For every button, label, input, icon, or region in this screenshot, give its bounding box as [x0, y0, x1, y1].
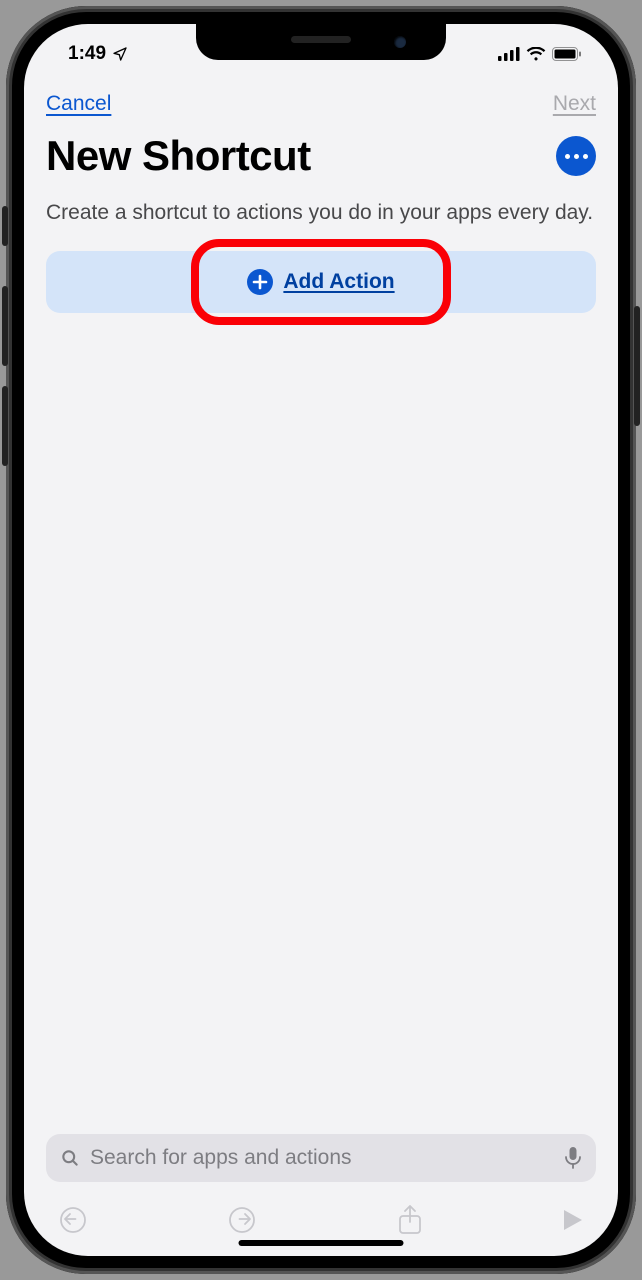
status-time: 1:49	[68, 43, 106, 65]
volume-down-button	[2, 386, 8, 466]
add-action-label: Add Action	[283, 270, 394, 294]
empty-canvas	[24, 313, 618, 1124]
device-frame: 1:49	[6, 6, 636, 1274]
front-camera	[394, 36, 406, 48]
mute-switch	[2, 206, 8, 246]
cancel-button[interactable]: Cancel	[46, 92, 111, 116]
next-button[interactable]: Next	[553, 92, 596, 116]
location-icon	[112, 46, 128, 62]
notch	[196, 24, 446, 60]
bottom-toolbar	[24, 1192, 618, 1256]
more-button[interactable]	[556, 136, 596, 176]
title-row: New Shortcut	[24, 122, 618, 194]
screen: 1:49	[24, 24, 618, 1256]
share-button[interactable]	[397, 1205, 423, 1235]
action-area: Add Action	[24, 251, 618, 313]
status-left: 1:49	[68, 43, 128, 65]
status-right	[498, 47, 582, 61]
search-icon	[60, 1148, 80, 1168]
plus-icon	[247, 269, 273, 295]
home-indicator[interactable]	[239, 1240, 404, 1246]
undo-button[interactable]	[58, 1205, 88, 1235]
search-input[interactable]	[90, 1146, 554, 1170]
play-button[interactable]	[562, 1208, 584, 1232]
search-bar[interactable]	[46, 1134, 596, 1182]
speaker-grille	[291, 36, 351, 43]
ellipsis-icon	[565, 154, 570, 159]
battery-icon	[552, 47, 582, 61]
cellular-signal-icon	[498, 47, 520, 61]
microphone-icon[interactable]	[564, 1147, 582, 1169]
nav-bar: Cancel Next	[24, 72, 618, 122]
page-subtitle: Create a shortcut to actions you do in y…	[24, 194, 618, 251]
volume-up-button	[2, 286, 8, 366]
wifi-icon	[526, 47, 546, 61]
add-action-button[interactable]: Add Action	[46, 251, 596, 313]
page-title: New Shortcut	[46, 132, 311, 180]
redo-button[interactable]	[227, 1205, 257, 1235]
power-button	[634, 306, 640, 426]
search-wrap	[24, 1124, 618, 1192]
